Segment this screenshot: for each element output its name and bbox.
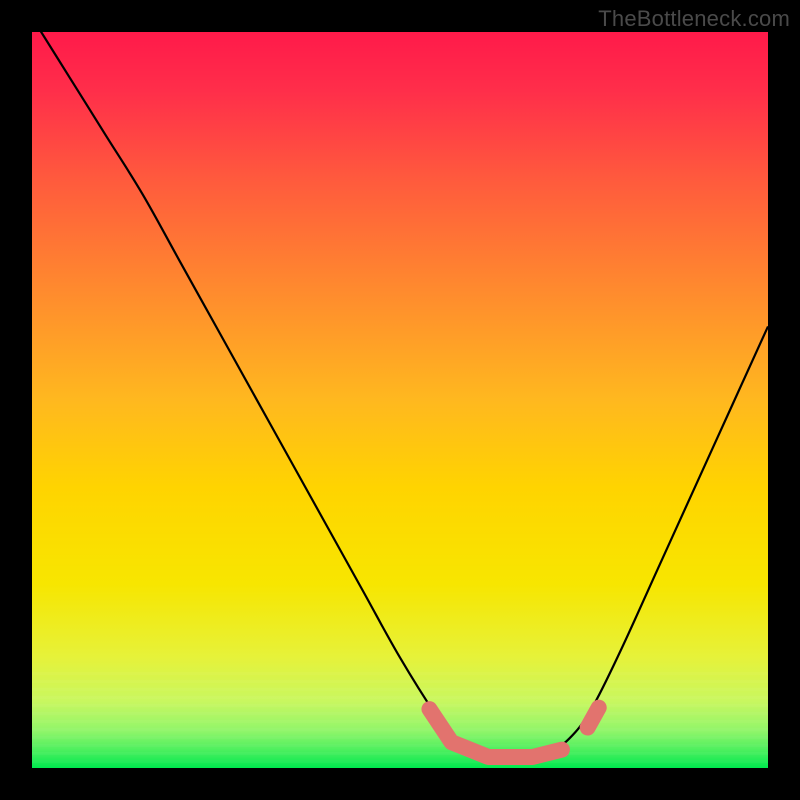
chart-stage: TheBottleneck.com (0, 0, 800, 800)
right-floor-marker (588, 708, 599, 728)
chart-svg (0, 0, 800, 800)
green-banding (32, 670, 768, 768)
attribution-text: TheBottleneck.com (598, 6, 790, 32)
